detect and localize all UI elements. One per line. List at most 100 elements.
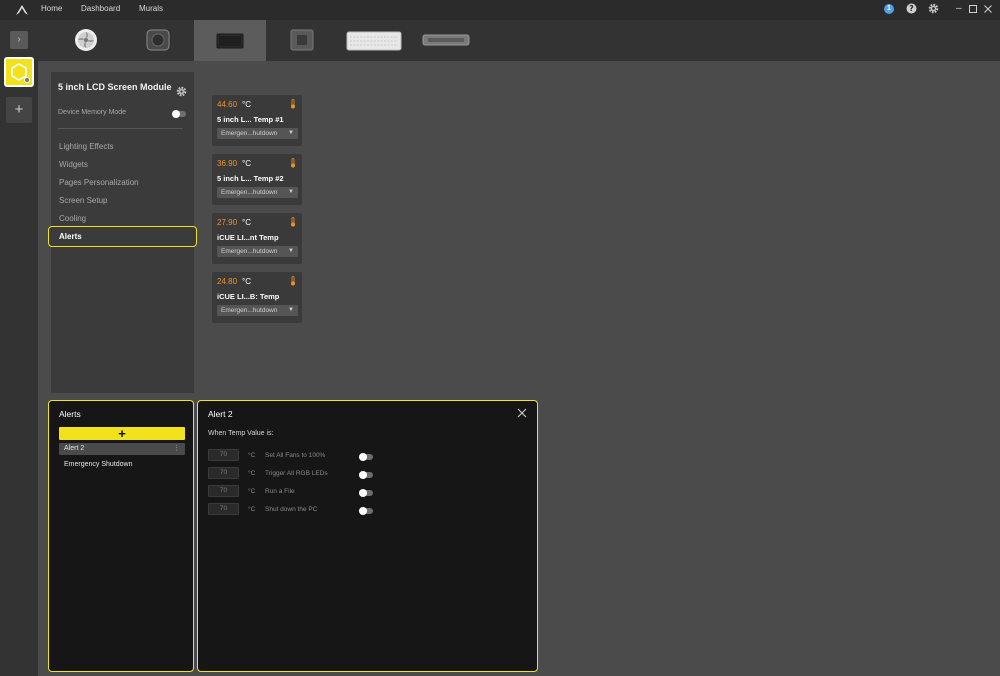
add-device-button[interactable]: + bbox=[6, 97, 32, 123]
sensor-card: 44.60 °C 5 inch L... Temp #1 Emergen...h… bbox=[212, 95, 302, 146]
alert-detail-title: Alert 2 bbox=[208, 409, 233, 419]
device-gear-icon[interactable] bbox=[176, 86, 187, 97]
temp-value: 27.90 bbox=[217, 218, 238, 227]
nav-murals[interactable]: Murals bbox=[139, 4, 163, 13]
sensor-name: iCUE LI...B: Temp bbox=[217, 292, 280, 301]
chevron-down-icon: ▼ bbox=[288, 248, 294, 254]
help-icon[interactable]: ? bbox=[906, 3, 917, 14]
divider bbox=[58, 128, 183, 129]
dropdown-value: Emergen...hutdown bbox=[221, 130, 278, 137]
threshold-unit: °C bbox=[248, 452, 256, 459]
alerts-panel-title: Alerts bbox=[59, 409, 81, 419]
device-title: 5 inch LCD Screen Module bbox=[58, 82, 172, 92]
title-bar: Home Dashboard Murals 1 ? – bbox=[0, 0, 1000, 20]
add-alert-button[interactable]: + bbox=[59, 427, 185, 440]
alert-action-dropdown[interactable]: Emergen...hutdown ▼ bbox=[217, 305, 298, 316]
memory-mode-label: Device Memory Mode bbox=[58, 109, 127, 116]
alert-detail-panel: Alert 2 When Temp Value is: 70 °C Set Al… bbox=[197, 400, 538, 672]
thermometer-icon bbox=[291, 158, 295, 168]
hub-icon bbox=[422, 34, 470, 46]
menu-screen-setup[interactable]: Screen Setup bbox=[59, 196, 107, 205]
menu-widgets[interactable]: Widgets bbox=[59, 160, 88, 169]
threshold-unit: °C bbox=[248, 488, 256, 495]
more-options-icon[interactable]: ⋮ bbox=[173, 443, 180, 455]
nav-home[interactable]: Home bbox=[41, 4, 62, 13]
maximize-icon[interactable] bbox=[969, 5, 977, 13]
temp-value: 24.80 bbox=[217, 277, 238, 286]
thermometer-icon bbox=[291, 276, 295, 286]
nav-dashboard[interactable]: Dashboard bbox=[81, 4, 120, 13]
chevron-down-icon: ▼ bbox=[288, 189, 294, 195]
minimize-icon[interactable]: – bbox=[956, 3, 962, 14]
rule-toggle[interactable] bbox=[359, 489, 373, 497]
rule-action-label: Run a File bbox=[265, 488, 295, 495]
sensor-card: 27.90 °C iCUE LI...nt Temp Emergen...hut… bbox=[212, 213, 302, 264]
fan-icon bbox=[75, 29, 97, 51]
alerts-list-panel: Alerts + Alert 2 ⋮ Emergency Shutdown bbox=[48, 400, 194, 672]
controller-icon bbox=[290, 29, 314, 51]
alert-list-item[interactable]: Emergency Shutdown bbox=[59, 459, 185, 471]
temp-unit: °C bbox=[242, 159, 251, 168]
alert-name: Emergency Shutdown bbox=[64, 461, 133, 468]
threshold-unit: °C bbox=[248, 470, 256, 477]
menu-alerts-label: Alerts bbox=[59, 232, 82, 241]
sensor-name: 5 inch L... Temp #1 bbox=[217, 115, 284, 124]
rule-action-label: Set All Fans to 100% bbox=[265, 452, 326, 459]
alert-list-item[interactable]: Alert 2 ⋮ bbox=[59, 443, 185, 455]
dropdown-value: Emergen...hutdown bbox=[221, 248, 278, 255]
chevron-down-icon: ▼ bbox=[288, 130, 294, 136]
device-controller[interactable] bbox=[266, 20, 338, 61]
sensor-card: 24.80 °C iCUE LI...B: Temp Emergen...hut… bbox=[212, 272, 302, 323]
thermometer-icon bbox=[291, 99, 295, 109]
device-settings-panel: 5 inch LCD Screen Module Device Memory M… bbox=[48, 72, 197, 393]
chevron-down-icon: ▼ bbox=[288, 307, 294, 313]
temp-unit: °C bbox=[242, 100, 251, 109]
menu-lighting-effects[interactable]: Lighting Effects bbox=[59, 142, 114, 151]
expand-rail-button[interactable]: › bbox=[10, 31, 28, 49]
menu-alerts[interactable]: Alerts bbox=[48, 226, 197, 247]
device-fan[interactable] bbox=[50, 20, 122, 61]
sensor-name: iCUE LI...nt Temp bbox=[217, 233, 279, 242]
temp-unit: °C bbox=[242, 218, 251, 227]
menu-pages-personalization[interactable]: Pages Personalization bbox=[59, 178, 139, 187]
notification-badge[interactable]: 1 bbox=[884, 4, 894, 14]
alert-name: Alert 2 bbox=[64, 445, 85, 452]
threshold-input[interactable]: 70 bbox=[208, 449, 239, 461]
rule-toggle[interactable] bbox=[359, 453, 373, 461]
memory-mode-toggle[interactable] bbox=[172, 110, 186, 118]
temp-value: 44.60 bbox=[217, 100, 238, 109]
dropdown-value: Emergen...hutdown bbox=[221, 307, 278, 314]
alert-action-dropdown[interactable]: Emergen...hutdown ▼ bbox=[217, 246, 298, 257]
close-window-icon[interactable] bbox=[984, 5, 992, 13]
svg-text:?: ? bbox=[909, 4, 914, 13]
threshold-input[interactable]: 70 bbox=[208, 467, 239, 479]
settings-gear-icon[interactable] bbox=[928, 3, 939, 14]
device-pump[interactable] bbox=[122, 20, 194, 61]
device-hub[interactable] bbox=[410, 20, 482, 61]
threshold-unit: °C bbox=[248, 506, 256, 513]
rule-toggle[interactable] bbox=[359, 471, 373, 479]
alert-action-dropdown[interactable]: Emergen...hutdown ▼ bbox=[217, 128, 298, 139]
menu-cooling[interactable]: Cooling bbox=[59, 214, 86, 223]
corsair-logo-icon bbox=[16, 5, 28, 15]
dropdown-value: Emergen...hutdown bbox=[221, 189, 278, 196]
threshold-input[interactable]: 70 bbox=[208, 485, 239, 497]
threshold-input[interactable]: 70 bbox=[208, 503, 239, 515]
temp-value: 36.90 bbox=[217, 159, 238, 168]
when-temp-label: When Temp Value is: bbox=[208, 430, 274, 437]
rule-action-label: Trigger All RGB LEDs bbox=[265, 470, 328, 477]
lcd-screen-icon bbox=[216, 33, 244, 49]
device-keyboard[interactable] bbox=[338, 20, 410, 61]
selected-device-tile[interactable] bbox=[4, 57, 34, 87]
rule-action-label: Shut down the PC bbox=[265, 506, 318, 513]
sensor-name: 5 inch L... Temp #2 bbox=[217, 174, 284, 183]
keyboard-icon bbox=[346, 31, 402, 51]
device-status-dot bbox=[24, 77, 30, 83]
temp-unit: °C bbox=[242, 277, 251, 286]
rule-toggle[interactable] bbox=[359, 507, 373, 515]
close-icon[interactable] bbox=[517, 408, 527, 418]
device-lcd-screen[interactable] bbox=[194, 20, 266, 61]
thermometer-icon bbox=[291, 217, 295, 227]
sensor-card: 36.90 °C 5 inch L... Temp #2 Emergen...h… bbox=[212, 154, 302, 205]
alert-action-dropdown[interactable]: Emergen...hutdown ▼ bbox=[217, 187, 298, 198]
